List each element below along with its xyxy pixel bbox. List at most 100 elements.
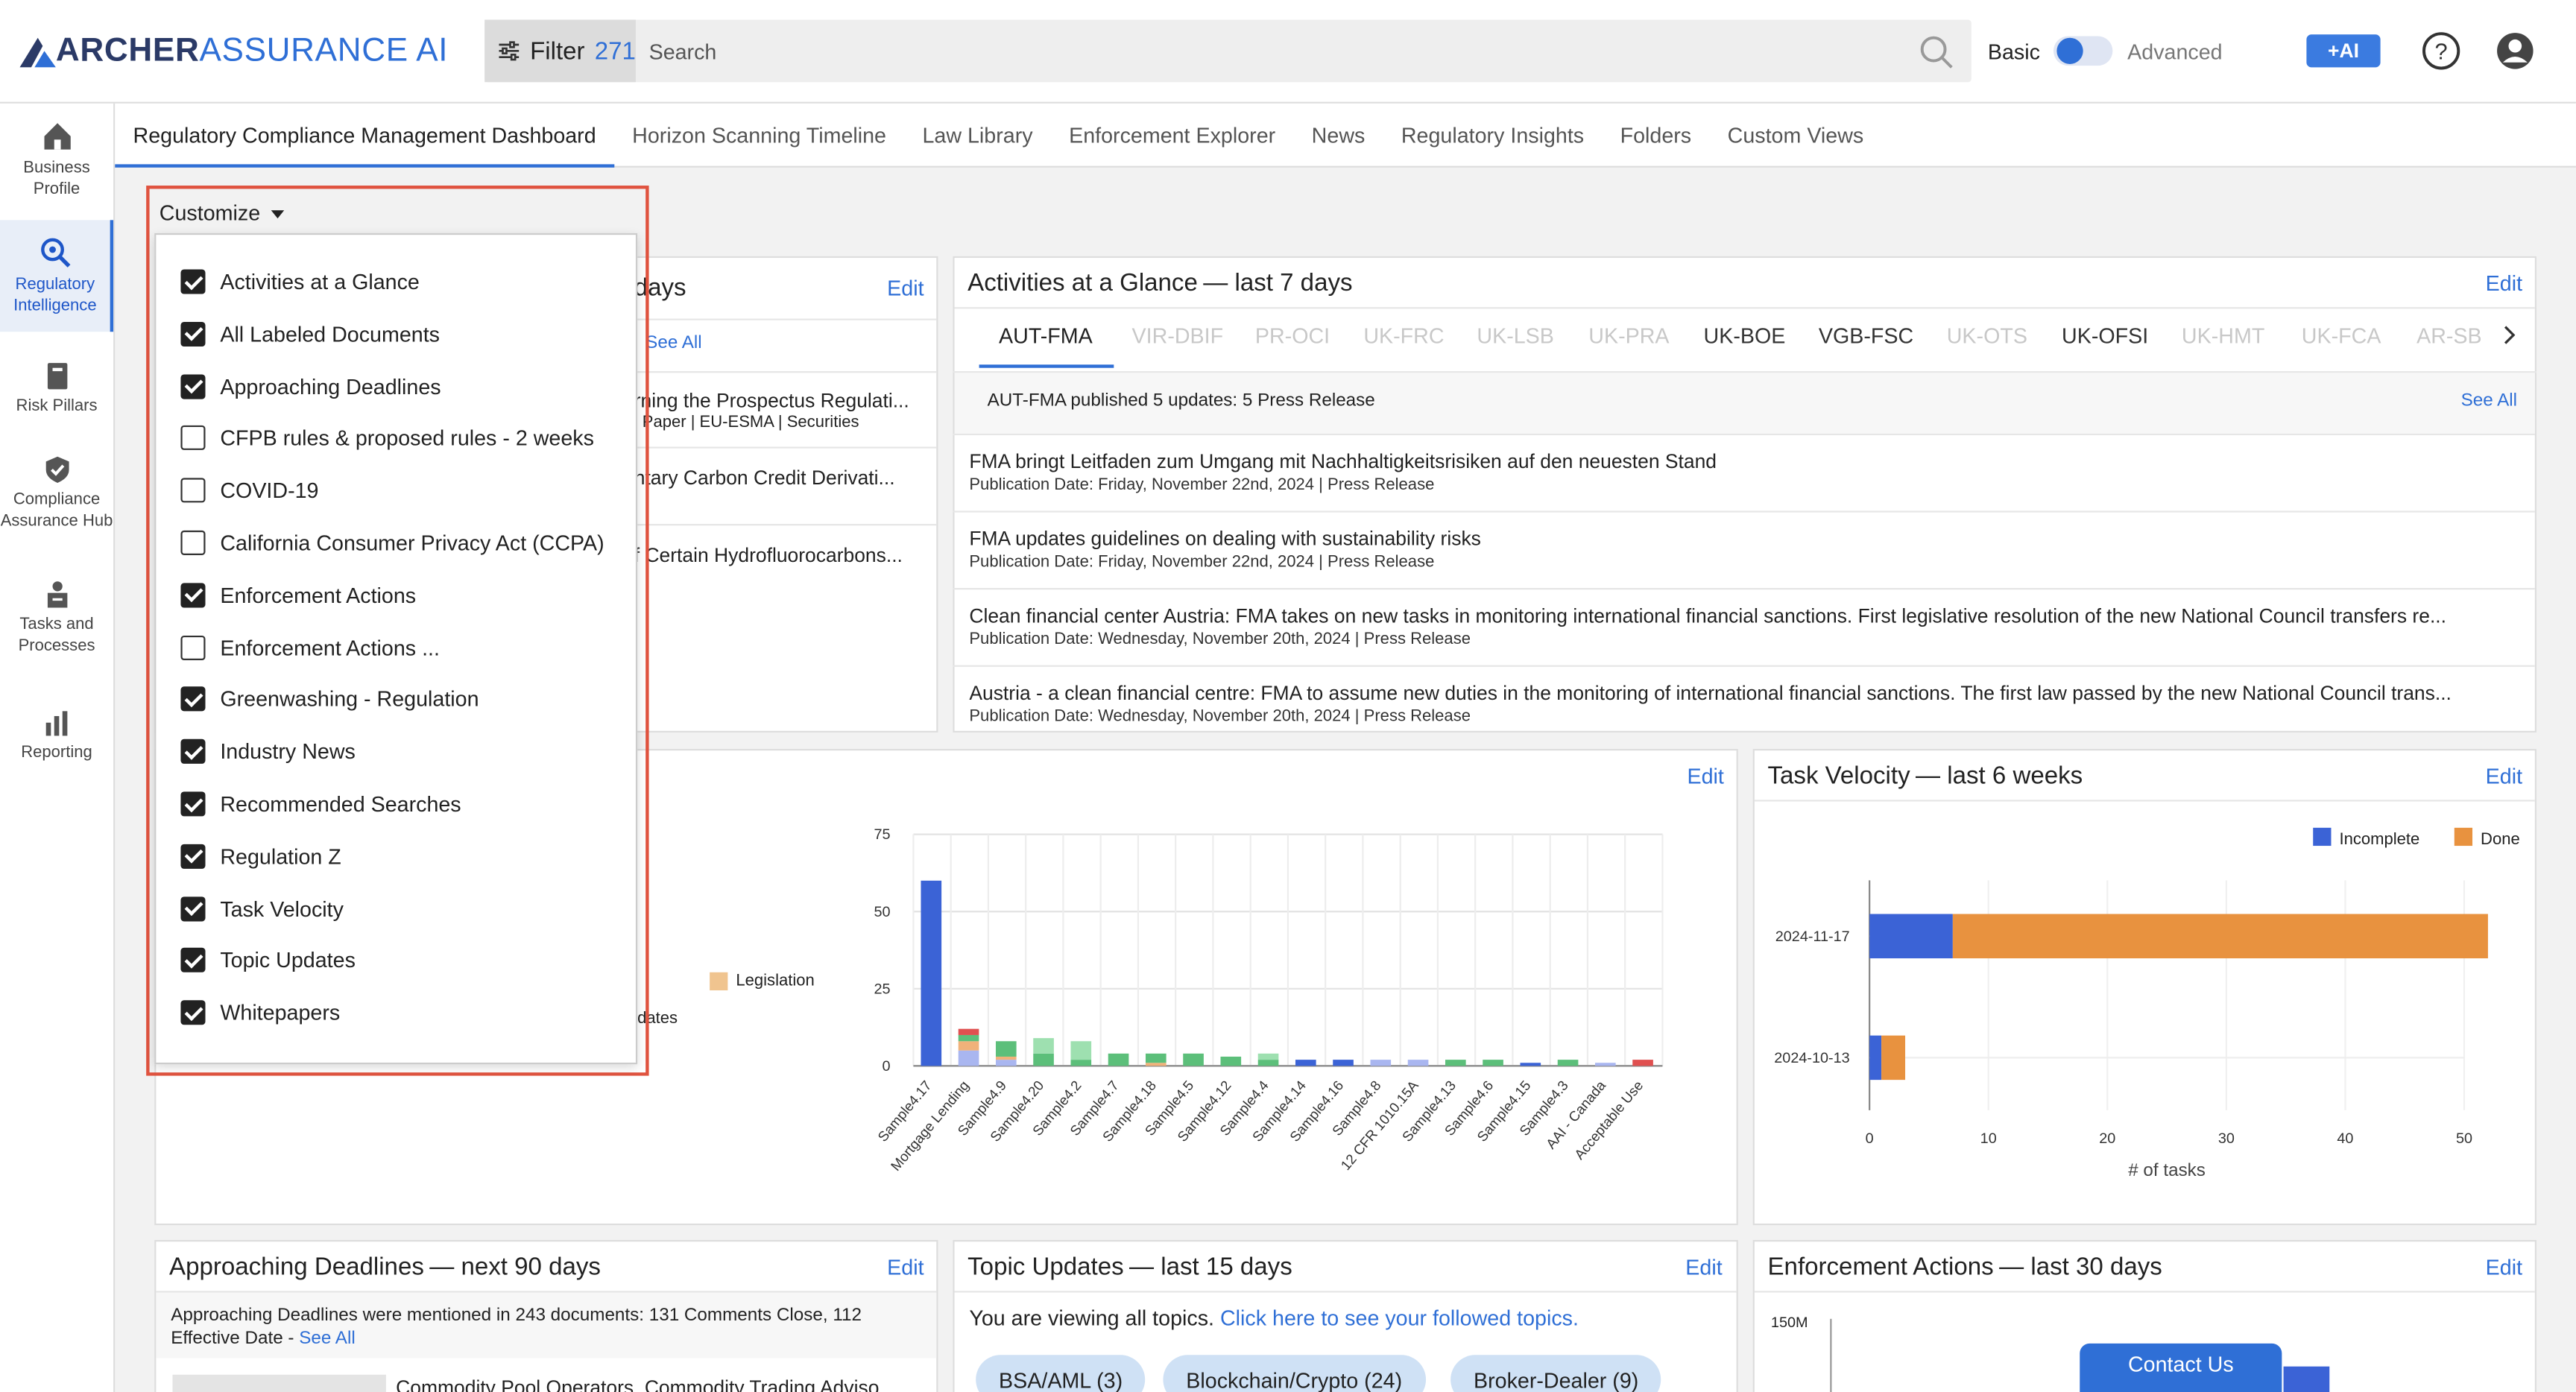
checkbox[interactable]	[180, 1000, 206, 1025]
customize-option[interactable]: Approaching Deadlines	[180, 373, 441, 399]
x-tick-label: Acceptable Use	[1571, 1078, 1646, 1162]
card-title: Topic Updates	[967, 1253, 1124, 1282]
list-item[interactable]: Austria - a clean financial centre: FMA …	[953, 665, 2535, 743]
customize-option[interactable]: CFPB rules & proposed rules - 2 weeks	[180, 425, 594, 451]
checkbox[interactable]	[180, 321, 206, 347]
sidebar-item-risk-pillars[interactable]: Risk Pillars	[0, 361, 113, 420]
see-all-link[interactable]: See All	[645, 333, 701, 352]
contact-us-button[interactable]: Contact Us	[2080, 1343, 2282, 1392]
checkbox[interactable]	[180, 844, 206, 869]
option-label: All Labeled Documents	[220, 321, 441, 347]
jurisdiction-tab[interactable]: UK-BOE	[1704, 323, 1786, 348]
topic-pill[interactable]: Broker-Dealer (9)	[1450, 1355, 1662, 1392]
search-icon[interactable]	[1919, 34, 1954, 70]
customize-button[interactable]: Customize	[160, 200, 285, 225]
checkbox[interactable]	[180, 635, 206, 660]
jurisdiction-tab[interactable]: UK-OTS	[1947, 323, 2027, 348]
deadline-item-title[interactable]: Commodity Pool Operators, Commodity Trad…	[396, 1376, 879, 1392]
customize-option[interactable]: Enforcement Actions	[180, 582, 416, 608]
house-icon	[43, 123, 70, 150]
jurisdiction-tab[interactable]: UK-OFSI	[2062, 323, 2148, 348]
edit-link[interactable]: Edit	[2486, 1255, 2522, 1279]
news-item-title[interactable]: rning the Prospectus Regulati...	[634, 389, 909, 412]
jurisdiction-tab[interactable]: UK-HMT	[2182, 323, 2264, 348]
checkbox[interactable]	[180, 269, 206, 294]
edit-link[interactable]: Edit	[1685, 1255, 1722, 1279]
list-item[interactable]: FMA bringt Leitfaden zum Umgang mit Nach…	[953, 433, 2535, 511]
jurisdiction-tab[interactable]: UK-LSB	[1477, 323, 1554, 348]
sidebar-item-business-profile[interactable]: Business Profile	[0, 120, 113, 206]
customize-option[interactable]: Topic Updates	[180, 948, 356, 973]
list-item[interactable]: FMA updates guidelines on dealing with s…	[953, 510, 2535, 588]
search-input[interactable]: Search	[649, 39, 717, 64]
news-item-title[interactable]: ntary Carbon Credit Derivati...	[634, 466, 895, 490]
customize-option[interactable]: Greenwashing - Regulation	[180, 687, 479, 712]
jurisdiction-tab[interactable]: UK-FCA	[2302, 323, 2381, 348]
customize-option[interactable]: Task Velocity	[180, 896, 344, 921]
sidebar-item-regulatory-intelligence[interactable]: Regulatory Intelligence	[0, 220, 114, 332]
customize-option[interactable]: Whitepapers	[180, 1000, 340, 1025]
topic-pill[interactable]: Blockchain/Crypto (24)	[1163, 1355, 1425, 1392]
tab-enforcement-explorer[interactable]: Enforcement Explorer	[1051, 104, 1294, 168]
customize-option[interactable]: All Labeled Documents	[180, 321, 441, 347]
tab-news[interactable]: News	[1293, 104, 1383, 168]
jurisdiction-tab[interactable]: VIR-DBIF	[1132, 323, 1224, 348]
customize-option[interactable]: COVID-19	[180, 478, 319, 503]
chevron-right-icon[interactable]	[2502, 325, 2516, 344]
jurisdiction-tab[interactable]: VGB-FSC	[1819, 323, 1913, 348]
tab-law-library[interactable]: Law Library	[904, 104, 1051, 168]
jurisdiction-tab[interactable]: PR-OCI	[1255, 323, 1330, 348]
customize-option[interactable]: Regulation Z	[180, 844, 341, 869]
checkbox[interactable]	[180, 373, 206, 399]
checkbox[interactable]	[180, 896, 206, 921]
edit-link[interactable]: Edit	[1688, 764, 1724, 788]
see-all-link[interactable]: See All	[299, 1329, 355, 1348]
customize-dropdown: Activities at a Glance All Labeled Docume…	[154, 232, 638, 1065]
checkbox[interactable]	[180, 739, 206, 765]
customize-option[interactable]: California Consumer Privacy Act (CCPA)	[180, 530, 604, 555]
customize-option[interactable]: Recommended Searches	[180, 791, 461, 817]
checkbox[interactable]	[180, 530, 206, 555]
checkbox[interactable]	[180, 478, 206, 503]
list-item[interactable]: Clean financial center Austria: FMA take…	[953, 588, 2535, 665]
sidebar-item-tasks-and-processes[interactable]: Tasks and Processes	[0, 580, 113, 659]
ai-button[interactable]: +AI	[2306, 34, 2381, 68]
app-logo[interactable]: ARCHER ASSURANCE AI	[19, 33, 448, 71]
sidebar-item-reporting[interactable]: Reporting	[0, 708, 113, 767]
customize-option[interactable]: Industry News	[180, 739, 356, 765]
tab-folders[interactable]: Folders	[1602, 104, 1709, 168]
tab-horizon-scanning[interactable]: Horizon Scanning Timeline	[614, 104, 904, 168]
jurisdiction-tab[interactable]: AUT-FMA	[999, 323, 1093, 348]
mode-toggle[interactable]	[2053, 36, 2113, 66]
y-tick-label: 0	[883, 1058, 891, 1075]
edit-link[interactable]: Edit	[2486, 764, 2522, 788]
jurisdiction-tab[interactable]: UK-PRA	[1588, 323, 1669, 348]
bar-segment	[1257, 1060, 1279, 1066]
tab-regulatory-insights[interactable]: Regulatory Insights	[1383, 104, 1603, 168]
card-title: Activities at a Glance	[967, 269, 1198, 297]
topic-pill[interactable]: BSA/AML (3)	[976, 1355, 1146, 1392]
filter-button[interactable]: Filter 271	[484, 19, 636, 83]
customize-option[interactable]: Activities at a Glance	[180, 269, 420, 294]
checkbox[interactable]	[180, 791, 206, 817]
followed-topics-link[interactable]: Click here to see your followed topics.	[1220, 1306, 1579, 1330]
item-title: Clean financial center Austria: FMA take…	[969, 604, 2446, 627]
edit-link[interactable]: Edit	[887, 276, 924, 300]
checkbox[interactable]	[180, 948, 206, 973]
edit-link[interactable]: Edit	[887, 1255, 924, 1279]
customize-option[interactable]: Enforcement Actions ...	[180, 635, 440, 660]
tab-custom-views[interactable]: Custom Views	[1709, 104, 1881, 168]
user-avatar-icon[interactable]	[2496, 31, 2535, 71]
checkbox[interactable]	[180, 582, 206, 608]
jurisdiction-tab[interactable]: UK-FRC	[1363, 323, 1444, 348]
help-icon[interactable]: ?	[2422, 31, 2461, 71]
jurisdiction-tab[interactable]: AR-SB	[2416, 323, 2482, 348]
see-all-link[interactable]: See All	[2461, 391, 2517, 411]
checkbox[interactable]	[180, 687, 206, 712]
card-subtitle: last 30 days	[2030, 1253, 2162, 1282]
news-item-title[interactable]: f Certain Hydrofluorocarbons...	[634, 544, 903, 567]
sidebar-item-compliance-assurance-hub[interactable]: Compliance Assurance Hub	[0, 455, 113, 557]
tab-dashboard[interactable]: Regulatory Compliance Management Dashboa…	[115, 104, 614, 168]
edit-link[interactable]: Edit	[2486, 271, 2522, 296]
checkbox[interactable]	[180, 425, 206, 451]
